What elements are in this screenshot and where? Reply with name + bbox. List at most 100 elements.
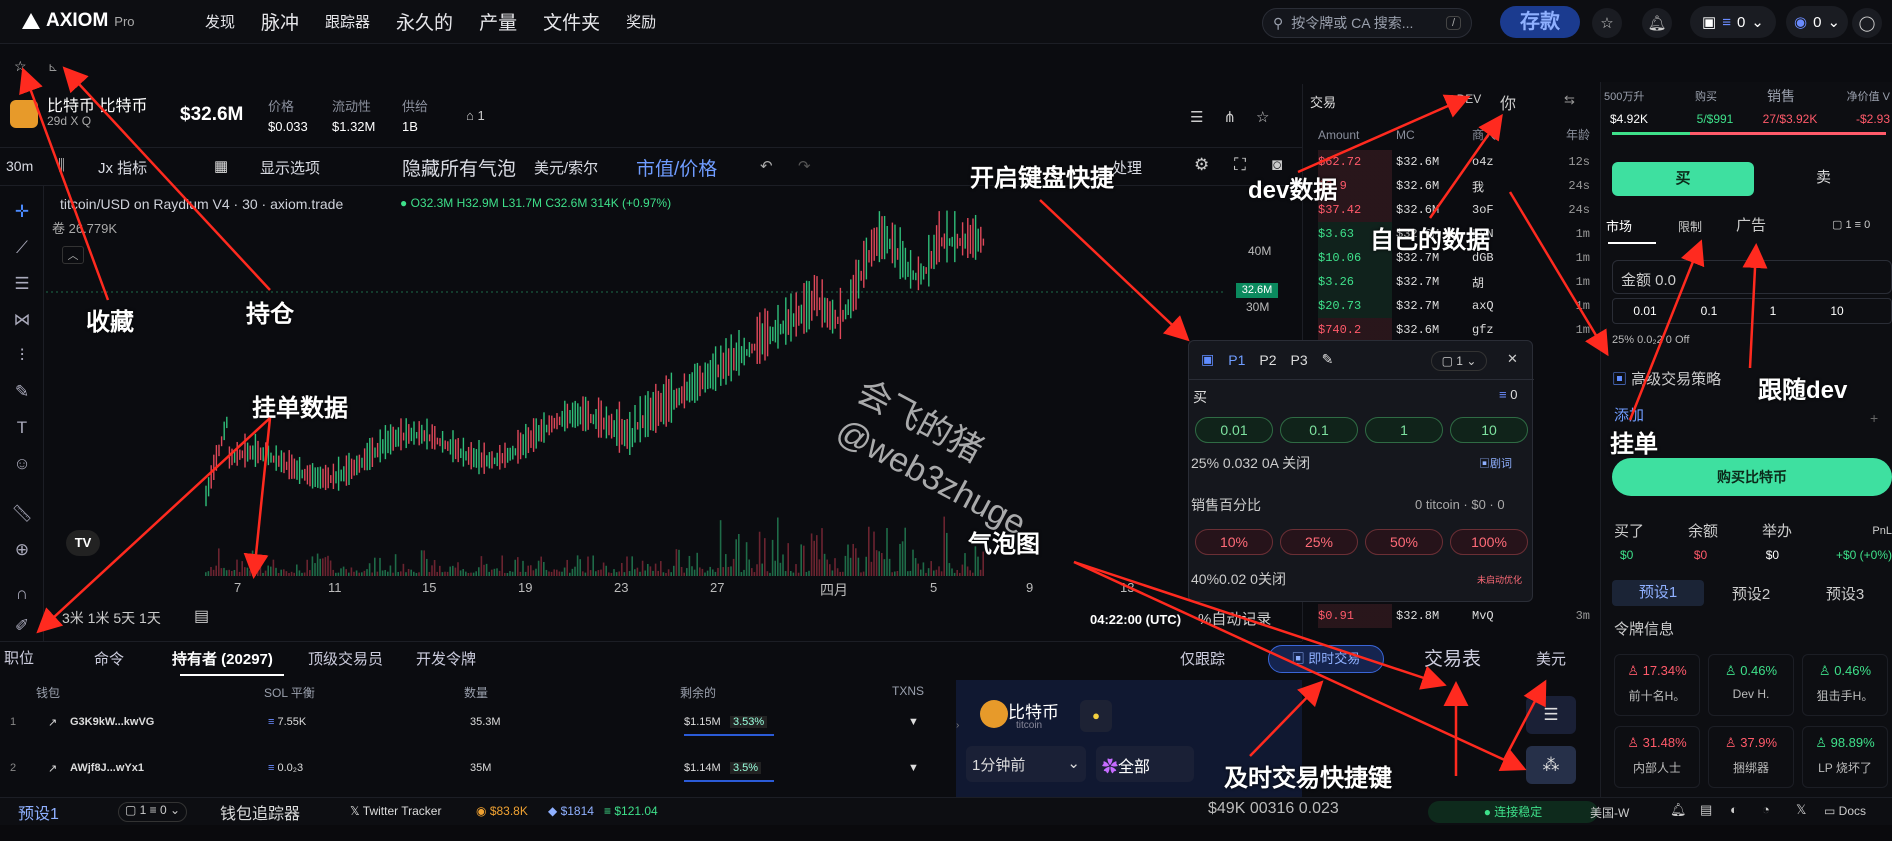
filter-icon[interactable]: ▼ (908, 762, 919, 774)
trade-trader[interactable]: 胡 (1472, 274, 1544, 291)
wallet-selector[interactable]: ▢ 1 ≡ 0 ⌄ (118, 802, 188, 822)
trade-row[interactable]: $37.42 $32.6M 3oF 24s (1318, 198, 1592, 222)
nav-yield[interactable]: 产量 (479, 8, 517, 35)
brush-icon[interactable]: ✎ (11, 382, 33, 402)
hide-bubbles-button[interactable]: 隐藏所有气泡 (402, 154, 516, 181)
palette-icon[interactable]: ◐ (1730, 802, 1738, 817)
tab-holders[interactable]: 持有者 (20297) (172, 648, 273, 669)
amount-input[interactable]: 金额 0.0 (1612, 260, 1892, 294)
text-icon[interactable]: T (11, 418, 33, 438)
ruler-icon[interactable]: 📏︎ (11, 504, 33, 524)
fib-icon[interactable]: ⫶ (11, 346, 33, 366)
candle-type-icon[interactable]: ⫼ (58, 157, 65, 174)
col-quantity[interactable]: 数量 (464, 684, 488, 701)
timeframe-select[interactable]: 30m (6, 158, 33, 174)
crosshair-icon[interactable]: ✛ (11, 202, 33, 222)
trade-row[interactable]: $740.2 $32.6M gfz 1m (1318, 318, 1592, 342)
filter-all-button[interactable]: ✿全部 (1096, 746, 1194, 782)
trades-table-button[interactable]: 交易表 (1424, 644, 1481, 671)
nav-folders[interactable]: 文件夹 (543, 8, 600, 35)
usd-toggle[interactable]: 美元 (1536, 648, 1566, 669)
search-input[interactable]: ⚲ 按令牌或 CA 搜索... / (1262, 8, 1472, 38)
external-link-icon[interactable]: ↗ (48, 762, 57, 775)
discord-icon[interactable]: ◔ (1762, 802, 1770, 817)
positions-chart-icon[interactable]: ⊾ (48, 60, 58, 74)
display-options-button[interactable]: 显示选项 (260, 157, 320, 178)
indicators-button[interactable]: Jx 指标 (98, 157, 147, 178)
you-filter[interactable]: 你 (1500, 90, 1516, 114)
sell-settings[interactable]: 40%0.02 0关闭 (1191, 569, 1286, 589)
wallet-button[interactable]: ▣ ≡ 0 ⌄ (1690, 6, 1776, 38)
preset-1-tab[interactable]: 预设1 (1612, 580, 1704, 606)
pencil-icon[interactable]: ✐ (11, 616, 33, 636)
collapse-legend-button[interactable]: ︿ (62, 246, 84, 264)
trade-row[interactable]: $0.91 $32.8M MvQ 3m (1318, 604, 1592, 628)
add-strategy-link[interactable]: 添加 (1614, 404, 1644, 425)
trade-settings[interactable]: 25% 0.0₂2 0 Off (1612, 334, 1689, 346)
price-chart[interactable] (46, 186, 1302, 641)
col-wallet[interactable]: 钱包 (36, 684, 60, 701)
tab-p3[interactable]: P3 (1290, 352, 1307, 368)
tab-advanced[interactable]: 广告 (1736, 214, 1766, 235)
trade-trader[interactable]: 3oF (1472, 203, 1544, 217)
bell-icon[interactable]: 🔔︎ (1642, 8, 1672, 38)
sell-50-button[interactable]: 50% (1365, 529, 1443, 555)
wallet-count-select[interactable]: ▢ 1 ≡ 0 (1832, 218, 1870, 231)
nav-rewards[interactable]: 奖励 (626, 11, 656, 35)
x-social-icon[interactable]: 𝕏 (1796, 802, 1806, 818)
tab-market[interactable]: 市场 (1606, 216, 1632, 235)
range-buttons[interactable]: 3米 1米 5天 1天 (62, 608, 161, 628)
watch-star-icon[interactable]: ☆ (1256, 108, 1269, 126)
status-preset[interactable]: 预设1 (18, 800, 59, 824)
close-icon[interactable]: ✕ (1507, 351, 1518, 367)
auto-buy-toggle[interactable]: ▣剧词 (1479, 455, 1512, 471)
preset-3-tab[interactable]: 预设3 (1798, 583, 1892, 604)
trade-trader[interactable]: MvQ (1472, 609, 1544, 623)
buy-01-button[interactable]: 0.1 (1280, 417, 1358, 443)
region-select[interactable]: 美国-W (1590, 804, 1629, 821)
sell-tab-button[interactable]: 卖 (1816, 166, 1831, 187)
time-select[interactable]: 1分钟前 ⌄ (966, 746, 1086, 782)
col-txns[interactable]: TXNS (892, 684, 924, 698)
settings-gear-icon[interactable]: ⚙ (1194, 155, 1209, 175)
table-row[interactable]: 2 ↗ AWjf8J...wYx1 ≡ 0.0₂3 35M $1.14M 3.5… (0, 762, 955, 792)
buy-1-button[interactable]: 1 (1365, 417, 1443, 443)
trendline-icon[interactable]: ⟋ (11, 238, 33, 258)
col-age[interactable]: 年龄 (1544, 126, 1590, 143)
usd-sol-toggle[interactable]: 美元/索尔 (534, 157, 598, 178)
tab-limit[interactable]: 限制 (1678, 218, 1702, 235)
dev-filter[interactable]: ▽ DEV (1444, 92, 1481, 106)
holder-wallet[interactable]: G3K9kW...kwVG (70, 716, 154, 728)
pattern-icon[interactable]: ⋈ (11, 310, 33, 330)
buy-settings[interactable]: 25% 0.032 0A 关闭 (1191, 453, 1310, 473)
trade-row[interactable]: $2.9 $32.6M 我 24s (1318, 174, 1592, 198)
amount-01-button[interactable]: 0.1 (1677, 304, 1741, 318)
col-remaining[interactable]: 剩余的 (680, 684, 716, 701)
trade-row[interactable]: $3.26 $32.7M 胡 1m (1318, 270, 1592, 294)
tab-p1[interactable]: P1 (1228, 352, 1245, 368)
col-sol-balance[interactable]: SOL 平衡 (264, 684, 315, 701)
calendar-icon[interactable]: ▤ (194, 606, 209, 626)
nav-tracker[interactable]: 跟踪器 (325, 11, 370, 35)
manage-button[interactable]: 处理 (1112, 157, 1142, 178)
notification-icon[interactable]: 🔔︎ (1670, 802, 1687, 818)
list-view-icon[interactable]: ☰ (1526, 696, 1576, 734)
buy-10-button[interactable]: 10 (1450, 417, 1528, 443)
undo-icon[interactable]: ↶ (760, 157, 773, 175)
axiom-logo[interactable]: AXIOM Pro (22, 10, 135, 32)
layout-grid-icon[interactable]: ▦ (214, 157, 228, 175)
buy-token-button[interactable]: 购买比特币 (1612, 458, 1892, 496)
sell-25-button[interactable]: 25% (1280, 529, 1358, 555)
sell-10-button[interactable]: 10% (1195, 529, 1273, 555)
favorite-star-icon[interactable]: ☆ (14, 58, 27, 75)
nav-discover[interactable]: 发现 (205, 11, 235, 35)
wallet-select[interactable]: ▢ 1 ⌄ (1431, 351, 1487, 371)
trade-trader[interactable]: 我 (1472, 178, 1544, 195)
amount-001-button[interactable]: 0.01 (1613, 304, 1677, 318)
tab-orders[interactable]: 命令 (94, 648, 124, 669)
table-row[interactable]: 1 ↗ G3K9kW...kwVG ≡ 7.55K 35.3M $1.15M 3… (0, 716, 955, 746)
list-icon[interactable]: ☰ (1190, 108, 1203, 126)
docs-link[interactable]: ▭ Docs (1824, 804, 1866, 818)
share-icon[interactable]: ⋔ (1223, 108, 1236, 126)
mc-price-toggle[interactable]: 市值/价格 (636, 154, 717, 181)
